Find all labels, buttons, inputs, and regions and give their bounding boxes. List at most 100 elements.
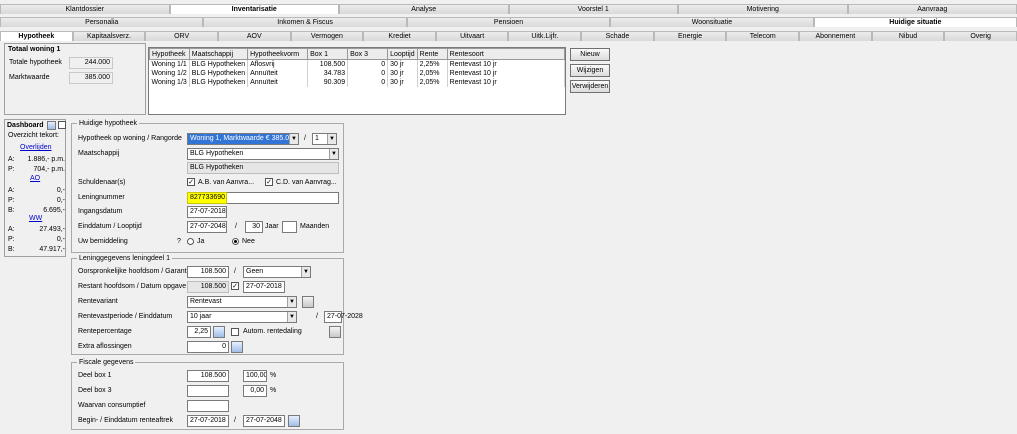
edit-aflossingen-icon[interactable]	[231, 341, 243, 353]
rentevariant-edit-icon[interactable]	[302, 296, 314, 308]
oorspr-label: Oorspronkelijke hoofdsom / Garantie	[78, 268, 192, 275]
table-cell: Woning 1/1	[149, 59, 190, 69]
overlijden-link[interactable]: Overlijden	[20, 144, 52, 151]
tab-telecom[interactable]: Telecom	[726, 31, 800, 41]
nieuw-button[interactable]: Nieuw	[570, 48, 610, 61]
rentedaling-edit-icon[interactable]	[329, 326, 341, 338]
dashboard-row-value: 27.493,-	[39, 226, 65, 233]
edit-renteaftrek-icon[interactable]	[288, 415, 300, 427]
tab-voorstel-1[interactable]: Voorstel 1	[508, 4, 678, 14]
column-header[interactable]: Hypotheek	[149, 48, 190, 60]
bemiddeling-nee-radio[interactable]	[232, 238, 239, 245]
dashboard-row: A: 1.886,- p.m.	[7, 155, 65, 164]
table-cell: 0	[347, 77, 389, 87]
column-header[interactable]: Rentesoort	[446, 48, 566, 60]
schuldenaar2-checkbox[interactable]: ✓	[265, 178, 273, 186]
tab-klantdossier[interactable]: Klantdossier	[0, 4, 170, 14]
column-header[interactable]: Hypotheekvorm	[247, 48, 309, 60]
slash-separator: /	[304, 135, 306, 142]
restant-date-field[interactable]: 27-07-2018	[243, 281, 285, 293]
tab-aanvraag[interactable]: Aanvraag	[847, 4, 1017, 14]
tab-woonsituatie[interactable]: Woonsituatie	[610, 17, 814, 27]
column-header[interactable]: Box 3	[347, 48, 389, 60]
leningnummer-extra-field[interactable]	[227, 192, 339, 204]
tab-motivering[interactable]: Motivering	[678, 4, 848, 14]
tab-aov[interactable]: AOV	[217, 31, 291, 41]
table-cell: Rentevast 10 jr	[447, 77, 566, 87]
garantie-select[interactable]: Geen ▼	[243, 266, 311, 278]
dashboard-row: P: 704,- p.m.	[7, 165, 65, 174]
renteaftrek-eind-field[interactable]: 27-07-2048	[243, 415, 285, 427]
rentevariant-select[interactable]: Rentevast ▼	[187, 296, 297, 308]
dashboard-checkbox[interactable]	[58, 121, 66, 129]
tab-huidige-situatie[interactable]: Huidige situatie	[813, 17, 1017, 27]
tab-vermogen[interactable]: Vermogen	[290, 31, 364, 41]
extra-aflossingen-field[interactable]: 0	[187, 341, 229, 353]
totale-hypotheek-value: 244.000	[69, 57, 113, 69]
rangorde-select[interactable]: 1 ▼	[312, 133, 337, 145]
consumptief-field[interactable]	[187, 400, 229, 412]
table-cell: BLG Hypotheken	[189, 77, 249, 87]
calculator-icon[interactable]	[213, 326, 225, 338]
deel-box3-field[interactable]	[187, 385, 229, 397]
tab-orv[interactable]: ORV	[145, 31, 218, 41]
looptijd-jaar-field[interactable]: 30	[245, 221, 263, 233]
verwijderen-button[interactable]: Verwijderen	[570, 80, 610, 93]
rentevast-einddatum-field[interactable]: 27-07-2028	[324, 311, 363, 323]
column-header[interactable]: Looptijd	[387, 48, 418, 60]
schuldenaar1-checkbox[interactable]: ✓	[187, 178, 195, 186]
tab-schade[interactable]: Schade	[581, 31, 654, 41]
table-cell: BLG Hypotheken	[189, 68, 249, 78]
section-tab-row: Hypotheek Kapitaalsverz. ORV AOV Vermogen Kre…	[0, 31, 1017, 41]
hypotheek-grid[interactable]: Hypotheek Maatschappij Hypotheekvorm Box 1B…	[148, 47, 566, 115]
table-cell: 0	[347, 59, 389, 69]
tab-krediet[interactable]: Krediet	[363, 31, 436, 41]
rentevastperiode-select[interactable]: 10 jaar ▼	[187, 311, 297, 323]
tab-uitvaart[interactable]: Uitvaart	[435, 31, 509, 41]
help-icon[interactable]: ?	[177, 237, 181, 247]
ww-link[interactable]: WW	[29, 215, 42, 222]
oorspr-field[interactable]: 108.500	[187, 266, 229, 278]
nee-label: Nee	[242, 238, 255, 245]
tab-personalia[interactable]: Personalia	[0, 17, 204, 27]
table-row[interactable]: Woning 1/1 BLG Hypotheken Aflosvrij 108.500…	[149, 59, 566, 69]
tab-nibud[interactable]: Nibud	[871, 31, 945, 41]
ingangsdatum-label: Ingangsdatum	[78, 208, 123, 215]
dashboard-title: Dashboard	[7, 122, 44, 129]
restant-checkbox[interactable]: ✓	[231, 282, 239, 290]
tab-inkomen-fiscus[interactable]: Inkomen & Fiscus	[203, 17, 407, 27]
tab-uitk-lijfr[interactable]: Uitk.Lijfr.	[508, 31, 582, 41]
chevron-down-icon: ▼	[287, 312, 296, 322]
tab-inventarisatie[interactable]: Inventarisatie	[169, 4, 339, 14]
looptijd-maanden-field[interactable]	[282, 221, 297, 233]
ao-link[interactable]: AO	[30, 175, 40, 182]
column-header[interactable]: Maatschappij	[188, 48, 249, 60]
autom-rentedaling-checkbox[interactable]	[231, 328, 239, 336]
hyp-woning-label: Hypotheek op woning / Rangorde	[78, 135, 182, 142]
rentepercentage-field[interactable]: 2,25	[187, 326, 211, 338]
dashboard-icon[interactable]	[47, 121, 56, 130]
column-header[interactable]: Rente	[416, 48, 448, 60]
wijzigen-button[interactable]: Wijzigen	[570, 64, 610, 77]
deel-box3-pct-field[interactable]: 0,00	[243, 385, 267, 397]
tab-abonnement[interactable]: Abonnement	[799, 31, 872, 41]
maatschappij-select[interactable]: BLG Hypotheken ▼	[187, 148, 339, 160]
leningnummer-field[interactable]: 827733690	[187, 192, 227, 204]
tab-energie[interactable]: Energie	[653, 31, 727, 41]
deel-box1-pct-field[interactable]: 100,00	[243, 370, 267, 382]
table-row[interactable]: Woning 1/2 BLG Hypotheken Annuïteit 34.783 0…	[149, 68, 566, 78]
einddatum-field[interactable]: 27-07-2048	[187, 221, 227, 233]
renteaftrek-begin-field[interactable]: 27-07-2018	[187, 415, 229, 427]
column-header[interactable]: Box 1	[307, 48, 349, 60]
bemiddeling-ja-radio[interactable]	[187, 238, 194, 245]
tab-kapitaalsverz[interactable]: Kapitaalsverz.	[72, 31, 146, 41]
ingangsdatum-field[interactable]: 27-07-2018	[187, 206, 227, 218]
tab-analyse[interactable]: Analyse	[339, 4, 509, 14]
tab-hypotheek[interactable]: Hypotheek	[0, 31, 73, 41]
tab-overig[interactable]: Overig	[944, 31, 1017, 41]
deel-box1-field[interactable]: 108.500	[187, 370, 229, 382]
einddatum-label: Einddatum / Looptijd	[78, 223, 142, 230]
tab-pensioen[interactable]: Pensioen	[406, 17, 611, 27]
hyp-woning-select[interactable]: Woning 1, Marktwaarde € 385.00 ▼	[187, 133, 299, 145]
table-row[interactable]: Woning 1/3 BLG Hypotheken Annuïteit 90.309 0…	[149, 77, 566, 87]
